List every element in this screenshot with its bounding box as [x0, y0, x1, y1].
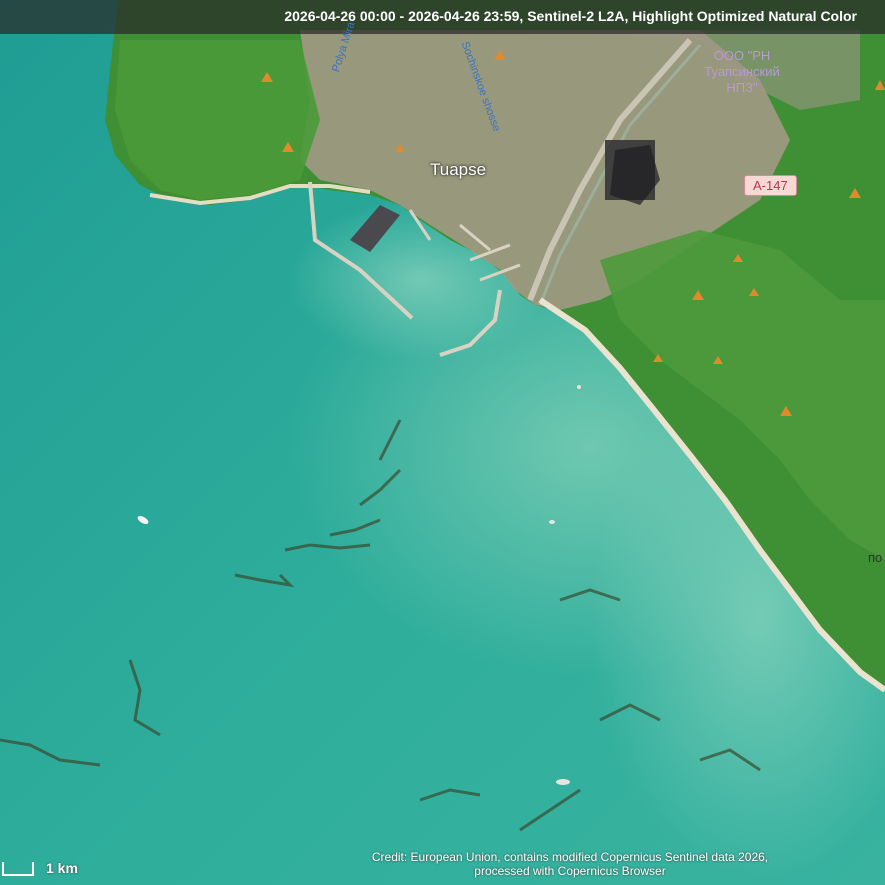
- credit-line-1: Credit: European Union, contains modifie…: [371, 850, 769, 864]
- edge-place-label: по: [868, 550, 883, 565]
- attribution-credit: Credit: European Union, contains modifie…: [330, 850, 810, 878]
- scale-bar-label: 1 km: [46, 860, 78, 876]
- imagery-caption: 2026-04-26 00:00 - 2026-04-26 23:59, Sen…: [284, 8, 857, 24]
- city-label[interactable]: Tuapse: [430, 160, 486, 180]
- imagery-info-bar: 2026-04-26 00:00 - 2026-04-26 23:59, Sen…: [0, 0, 885, 34]
- poi-label-refinery[interactable]: ООО "РН Туапсинский НПЗ": [694, 48, 790, 96]
- credit-line-2: processed with Copernicus Browser: [474, 864, 666, 878]
- scale-bar-line: [2, 862, 34, 876]
- road-shield: A-147: [744, 175, 797, 196]
- satellite-map[interactable]: 2026-04-26 00:00 - 2026-04-26 23:59, Sen…: [0, 0, 885, 885]
- satellite-imagery: [0, 0, 885, 885]
